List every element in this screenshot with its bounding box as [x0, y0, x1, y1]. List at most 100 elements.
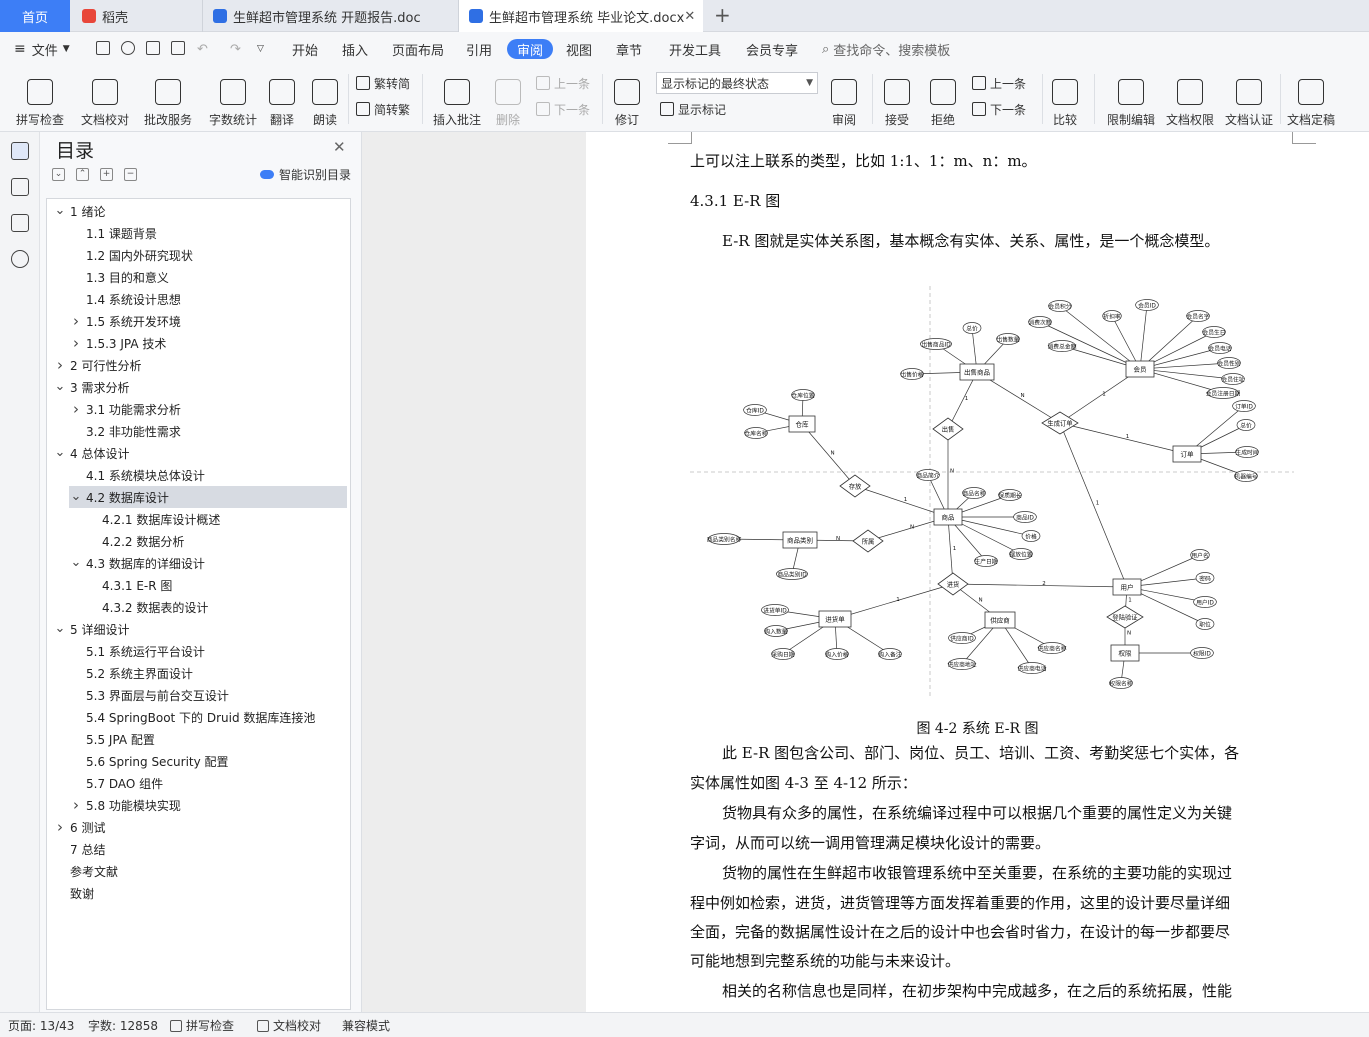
tab-proposal-doc[interactable]: 生鲜超市管理系统 开题报告.doc — [202, 0, 456, 32]
restrict-edit-button[interactable]: 限制编辑 — [1106, 70, 1156, 128]
chevron-down-icon[interactable]: ⌄ — [53, 204, 67, 217]
undo-icon[interactable]: ↶ — [197, 32, 208, 66]
chevron-down-icon[interactable]: ⌄ — [53, 446, 67, 459]
chevron-right-icon[interactable]: › — [69, 334, 83, 352]
status-proofread[interactable]: 文档校对 — [257, 1013, 321, 1037]
compare-button[interactable]: 比较 — [1050, 70, 1080, 128]
next-change-button[interactable]: 下一条 — [972, 98, 1026, 120]
toc-item[interactable]: › 5.8 功能模块实现 — [47, 794, 350, 816]
doc-cert-button[interactable]: 文档认证 — [1224, 70, 1274, 128]
print-icon[interactable] — [146, 41, 160, 55]
menu-reference[interactable]: 引用 — [466, 32, 492, 66]
toc-item[interactable]: 1.2 国内外研究现状 — [47, 244, 350, 266]
chevron-right-icon[interactable]: › — [69, 796, 83, 814]
menu-layout[interactable]: 页面布局 — [392, 32, 444, 66]
export-icon[interactable] — [121, 41, 135, 55]
read-aloud-button[interactable]: 朗读 — [310, 70, 340, 128]
translate-button[interactable]: 翻译 — [266, 70, 298, 128]
menu-insert[interactable]: 插入 — [342, 32, 368, 66]
toc-item[interactable]: 4.3.1 E-R 图 — [47, 574, 350, 596]
tab-thesis-doc[interactable]: 生鲜超市管理系统 毕业论文.docx ✕ — [458, 0, 703, 32]
chevron-down-icon[interactable]: ⌄ — [69, 490, 83, 503]
proofread-button[interactable]: 文档校对 — [80, 70, 130, 128]
close-icon[interactable]: ✕ — [684, 9, 695, 24]
file-menu[interactable]: ≡ 文件 ▼ — [14, 32, 70, 66]
toc-item[interactable]: 1.1 课题背景 — [47, 222, 350, 244]
redo-icon[interactable]: ↷ — [230, 32, 241, 66]
prev-change-button[interactable]: 上一条 — [972, 72, 1026, 94]
prev-comment-button[interactable]: 上一条 — [536, 72, 590, 94]
expand-all-icon[interactable]: ⌄ — [52, 168, 65, 181]
toc-item[interactable]: 4.3.2 数据表的设计 — [47, 596, 350, 618]
tab-docer[interactable]: 稻壳 — [72, 0, 200, 32]
show-markup-button[interactable]: 显示标记 — [660, 98, 726, 120]
status-spell-check[interactable]: 拼写检查 — [170, 1013, 234, 1037]
menu-review[interactable]: 审阅 — [507, 39, 554, 59]
search-icon[interactable] — [11, 250, 29, 268]
toc-item[interactable]: 致谢 — [47, 882, 350, 904]
spell-check-button[interactable]: 拼写检查 — [12, 70, 68, 128]
chevron-right-icon[interactable]: › — [69, 312, 83, 330]
collapse-all-icon[interactable]: ⌃ — [76, 168, 89, 181]
chevron-right-icon[interactable]: › — [53, 818, 67, 836]
save-icon[interactable] — [96, 41, 110, 55]
toc-item[interactable]: ⌄ 4.2 数据库设计 — [69, 486, 347, 508]
menu-chapter[interactable]: 章节 — [616, 32, 642, 66]
trad-to-simp-button[interactable]: 繁转简 — [356, 72, 410, 94]
new-tab-button[interactable]: + — [714, 3, 731, 27]
annotate-service-button[interactable]: 批改服务 — [140, 70, 196, 128]
bookmark-icon[interactable] — [11, 214, 29, 232]
smart-toc-button[interactable]: 智能识别目录 — [260, 166, 351, 183]
document-page[interactable]: 1 N N 1 1 N 1 N N 1 1 N 2 1 1 N 总价 出售商品ID 出售数量 出售价格 会员积分 折扣率会… — [586, 132, 1369, 1012]
insert-comment-button[interactable]: 插入批注 — [432, 70, 482, 128]
chevron-down-icon[interactable]: ⌄ — [53, 380, 67, 393]
menu-member[interactable]: 会员专享 — [746, 32, 798, 66]
command-search[interactable]: ⌕ 查找命令、搜索模板 — [822, 32, 950, 66]
simp-to-trad-button[interactable]: 简转繁 — [356, 98, 410, 120]
toc-item[interactable]: › 1.5 系统开发环境 — [47, 310, 350, 332]
toc-item[interactable]: 1.4 系统设计思想 — [47, 288, 350, 310]
close-icon[interactable]: ✕ — [333, 138, 346, 156]
toc-item[interactable]: 参考文献 — [47, 860, 350, 882]
toc-item[interactable]: 5.5 JPA 配置 — [47, 728, 350, 750]
toc-item[interactable]: 5.1 系统运行平台设计 — [47, 640, 350, 662]
toc-item[interactable]: 4.2.1 数据库设计概述 — [47, 508, 350, 530]
markup-mode-select[interactable]: 显示标记的最终状态 ▼ — [656, 72, 818, 94]
track-changes-button[interactable]: 修订 — [610, 70, 644, 128]
doc-permission-button[interactable]: 文档权限 — [1166, 70, 1214, 128]
toc-item[interactable]: › 6 测试 — [47, 816, 350, 838]
toc-item[interactable]: 7 总结 — [47, 838, 350, 860]
toc-item[interactable]: ⌄ 4.3 数据库的详细设计 — [47, 552, 350, 574]
toc-item[interactable]: › 3.1 功能需求分析 — [47, 398, 350, 420]
toc-item[interactable]: ⌄ 5 详细设计 — [47, 618, 350, 640]
menu-view[interactable]: 视图 — [566, 32, 592, 66]
remove-heading-icon[interactable]: − — [124, 168, 137, 181]
toc-item[interactable]: 3.2 非功能性需求 — [47, 420, 350, 442]
chapter-nav-icon[interactable] — [11, 178, 29, 196]
toc-panel-icon[interactable] — [11, 142, 29, 160]
toc-item[interactable]: 1.3 目的和意义 — [47, 266, 350, 288]
toc-item[interactable]: 5.2 系统主界面设计 — [47, 662, 350, 684]
menu-start[interactable]: 开始 — [292, 32, 318, 66]
toc-item[interactable]: 5.7 DAO 组件 — [47, 772, 350, 794]
chevron-right-icon[interactable]: › — [53, 356, 67, 374]
toc-item[interactable]: 4.1 系统模块总体设计 — [47, 464, 350, 486]
reject-button[interactable]: 拒绝 — [926, 70, 960, 128]
toc-item[interactable]: ⌄ 3 需求分析 — [47, 376, 350, 398]
chevron-right-icon[interactable]: › — [69, 400, 83, 418]
accept-button[interactable]: 接受 — [880, 70, 914, 128]
toc-item[interactable]: 5.3 界面层与前台交互设计 — [47, 684, 350, 706]
toc-item[interactable]: 4.2.2 数据分析 — [47, 530, 350, 552]
tab-home[interactable]: 首页 — [0, 0, 70, 32]
add-heading-icon[interactable]: + — [100, 168, 113, 181]
finalize-button[interactable]: 文档定稿 — [1286, 70, 1336, 128]
menu-developer[interactable]: 开发工具 — [669, 32, 721, 66]
quick-access-more-icon[interactable]: ▽ — [257, 32, 264, 66]
page-indicator[interactable]: 页面: 13/43 — [8, 1013, 74, 1037]
toc-item[interactable]: ⌄ 1 绪论 — [47, 200, 350, 222]
toc-item[interactable]: 5.4 SpringBoot 下的 Druid 数据库连接池 — [47, 706, 350, 728]
review-pane-button[interactable]: 审阅 — [826, 70, 862, 128]
chevron-down-icon[interactable]: ⌄ — [69, 556, 83, 569]
toc-item[interactable]: ⌄ 4 总体设计 — [47, 442, 350, 464]
print-preview-icon[interactable] — [171, 41, 185, 55]
